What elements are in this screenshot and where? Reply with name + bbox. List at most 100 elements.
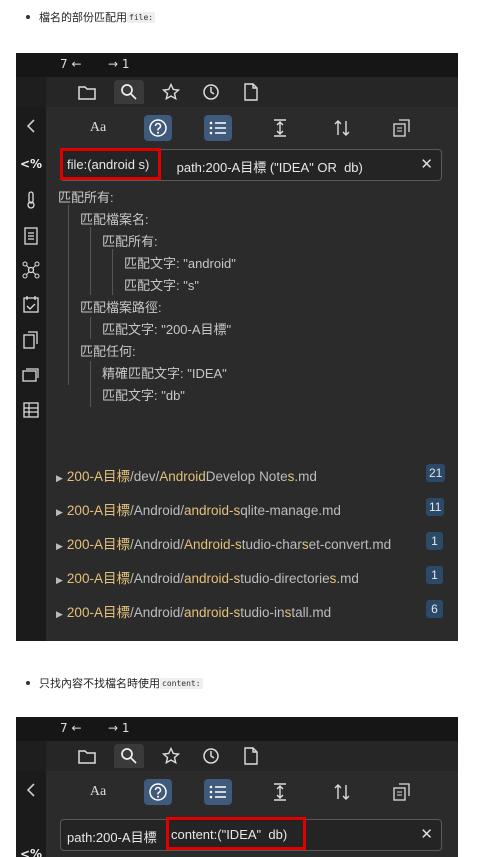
inline-code: content:	[160, 677, 203, 689]
result-row[interactable]: ▶ 200-A目標/Android/android-sqlite-manage.m…	[56, 499, 341, 519]
expand-arrow-icon[interactable]: ▶	[56, 507, 63, 517]
files-icon[interactable]	[72, 80, 102, 104]
tree-guide-line	[90, 317, 91, 339]
result-path-text: qlite-manage.md	[240, 503, 341, 518]
bullet-dot	[26, 681, 30, 685]
result-match-text: Android-s	[184, 537, 242, 552]
result-path-text: /Android/	[129, 503, 184, 518]
left-ribbon: <%	[16, 107, 46, 641]
collapse-chevron-icon[interactable]	[20, 115, 42, 137]
result-path-text: /Android/	[129, 605, 184, 620]
collapse-results-icon[interactable]	[266, 779, 294, 805]
result-path-text: et-convert.md	[308, 537, 392, 552]
recent-clock-icon[interactable]	[196, 744, 226, 768]
result-path-text: /Android/	[129, 537, 184, 552]
search-icon[interactable]	[114, 744, 144, 768]
bullet-text: 只找內容不找檔名時使用	[39, 677, 160, 690]
search-help-icon[interactable]	[144, 115, 172, 141]
page-icon[interactable]	[236, 744, 266, 768]
sort-order-icon[interactable]	[328, 779, 356, 805]
match-count-badge: 6	[426, 600, 443, 618]
nav-forward[interactable]: → 1	[108, 57, 130, 71]
expand-arrow-icon[interactable]: ▶	[56, 473, 63, 483]
left-ribbon: <%	[16, 771, 46, 857]
graph-view-icon[interactable]	[20, 259, 42, 281]
expand-arrow-icon[interactable]: ▶	[56, 609, 63, 619]
tree-node: 匹配文字: "db"	[102, 388, 185, 403]
bullet-text: 檔名的部份匹配用	[39, 11, 127, 24]
result-row[interactable]: ▶ 200-A目標/Android/android-studio-director…	[56, 567, 359, 587]
expand-arrow-icon[interactable]: ▶	[56, 575, 63, 585]
tree-node: 匹配檔案名:	[80, 212, 149, 227]
result-match-text: Android	[159, 469, 206, 484]
match-case-toggle[interactable]: Aa	[84, 115, 112, 141]
search-help-icon[interactable]	[144, 779, 172, 805]
inline-code: file:	[127, 11, 156, 23]
nav-history-bar: 7 ← → 1	[16, 53, 458, 77]
bookmark-star-icon[interactable]	[156, 80, 186, 104]
tree-guide-line	[112, 249, 113, 295]
result-path-text: /Android/	[129, 571, 184, 586]
clear-search-icon[interactable]: ✕	[420, 825, 433, 843]
table-icon[interactable]	[20, 399, 42, 421]
explain-query-list-icon[interactable]	[204, 779, 232, 805]
result-path-text: tudio-char	[241, 537, 302, 552]
page-icon[interactable]	[236, 80, 266, 104]
result-match-text: 200-A目標	[66, 503, 130, 518]
search-pane: Aa path:200-A目標 content:("IDEA" db) ✕	[46, 771, 458, 857]
clear-search-icon[interactable]: ✕	[420, 155, 433, 173]
match-case-toggle[interactable]: Aa	[84, 779, 112, 805]
tree-node: 匹配所有:	[58, 190, 114, 205]
copy-pages-icon[interactable]	[20, 329, 42, 351]
sort-order-icon[interactable]	[328, 115, 356, 141]
match-count-badge: 1	[426, 532, 443, 550]
search-pane: Aa file:(android s) path:200-A目標 ("IDEA"…	[46, 107, 458, 641]
result-row[interactable]: ▶ 200-A目標/Android/android-studio-install.…	[56, 601, 331, 621]
stacked-cards-icon[interactable]	[20, 363, 42, 385]
result-path-text: Develop Note	[205, 469, 288, 484]
bullet-dot	[26, 15, 30, 19]
nav-back[interactable]: 7 ←	[60, 721, 82, 735]
match-count-badge: 1	[426, 566, 443, 584]
copy-results-icon[interactable]	[388, 115, 416, 141]
tree-node: 匹配文字: "200-A目標"	[102, 322, 232, 337]
nav-forward[interactable]: → 1	[108, 721, 130, 735]
result-row[interactable]: ▶ 200-A目標/Android/Android-studio-charset-…	[56, 533, 391, 553]
explain-query-list-icon[interactable]	[204, 115, 232, 141]
expand-arrow-icon[interactable]: ▶	[56, 541, 63, 551]
tree-node: 匹配所有:	[102, 234, 158, 249]
tree-guide-line	[90, 361, 91, 407]
templater-icon[interactable]: <%	[20, 843, 42, 857]
result-path-text: tudio-directorie	[240, 571, 330, 586]
query-rest-part: path:200-A目標 ("IDEA" OR db)	[173, 160, 363, 175]
result-match-text: android-s	[184, 605, 241, 620]
list-document-icon[interactable]	[20, 225, 42, 247]
result-path-text: .md	[294, 469, 317, 484]
result-match-text: 200-A目標	[66, 571, 130, 586]
recent-clock-icon[interactable]	[196, 80, 226, 104]
result-path-text: .md	[336, 571, 359, 586]
thermometer-icon[interactable]	[20, 189, 42, 211]
nav-history-bar: 7 ← → 1	[16, 717, 458, 741]
result-row[interactable]: ▶ 200-A目標/dev/AndroidDevelop Notes.md	[56, 465, 317, 485]
tree-node: 匹配文字: "android"	[124, 256, 236, 271]
files-icon[interactable]	[72, 744, 102, 768]
query-path-part: path:200-A目標	[67, 830, 161, 845]
sidebar-tab-bar	[46, 77, 458, 107]
calendar-check-icon[interactable]	[20, 293, 42, 315]
tree-guide-line	[90, 227, 91, 295]
tree-guide-line	[68, 205, 69, 385]
templater-icon[interactable]: <%	[20, 153, 42, 175]
copy-results-icon[interactable]	[388, 779, 416, 805]
result-match-text: 200-A目標	[66, 537, 130, 552]
result-match-text: s	[301, 537, 309, 552]
search-icon[interactable]	[114, 80, 144, 104]
result-match-text: 200-A目標	[66, 605, 130, 620]
result-match-text: android-s	[184, 571, 241, 586]
search-panel-screenshot-2: 7 ← → 1 <% Aa path:200-A目標 content:("IDE…	[16, 717, 458, 857]
nav-back[interactable]: 7 ←	[60, 57, 82, 71]
collapse-results-icon[interactable]	[266, 115, 294, 141]
collapse-chevron-icon[interactable]	[20, 779, 42, 801]
bookmark-star-icon[interactable]	[156, 744, 186, 768]
doc-bullet-file: 檔名的部份匹配用 file:	[26, 9, 156, 25]
